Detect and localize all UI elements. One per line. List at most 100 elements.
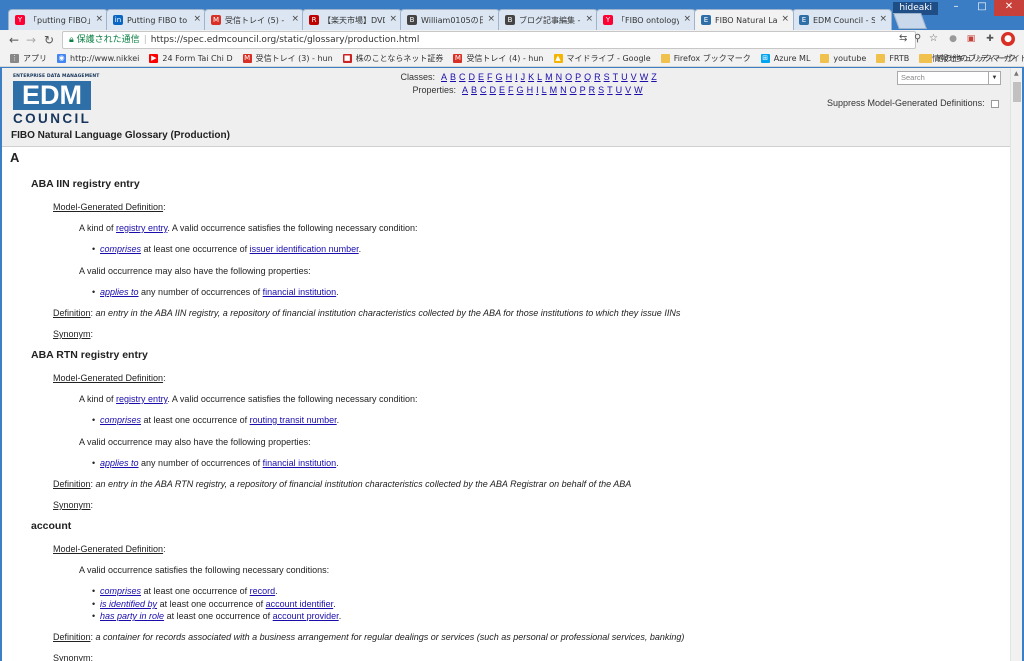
class-link[interactable]: routing transit number [250, 415, 337, 425]
class-link[interactable]: registry entry [116, 394, 167, 404]
browser-tab[interactable]: B ブログ記事編集 - はて × [498, 9, 598, 30]
browser-tab[interactable]: M 受信トレイ (5) - hun × [204, 9, 304, 30]
property-link[interactable]: comprises [100, 586, 141, 596]
property-letter-link[interactable]: D [490, 85, 497, 95]
bookmark-item[interactable]: M 受信トレイ (4) - hun [453, 53, 544, 64]
back-icon[interactable]: ← [6, 32, 22, 48]
close-window-icon[interactable]: ✕ [994, 0, 1024, 16]
property-letter-link[interactable]: E [499, 85, 505, 95]
class-letter-link[interactable]: T [613, 72, 619, 82]
property-letter-link[interactable]: I [536, 85, 539, 95]
scroll-thumb[interactable] [1013, 82, 1021, 102]
pocket-icon[interactable]: ▣ [964, 32, 978, 46]
class-letter-link[interactable]: B [450, 72, 456, 82]
property-letter-link[interactable]: W [634, 85, 643, 95]
bookmark-item[interactable]: ⋮ アプリ [10, 53, 47, 64]
class-letter-link[interactable]: N [556, 72, 563, 82]
zoom-icon[interactable]: ⚲ [914, 33, 921, 44]
class-link[interactable]: registry entry [116, 223, 167, 233]
class-letter-link[interactable]: A [441, 72, 447, 82]
bookmark-item[interactable]: ⊞ Azure ML [760, 53, 810, 63]
browser-tab[interactable]: E FIBO Natural Lang × [694, 9, 794, 30]
browser-tab[interactable]: R 【楽天市場】DVD-R × [302, 9, 402, 30]
tab-close-icon[interactable]: × [291, 14, 299, 24]
class-link[interactable]: financial institution [263, 458, 337, 468]
property-link[interactable]: applies to [100, 287, 139, 297]
tab-close-icon[interactable]: × [781, 14, 789, 24]
property-letter-link[interactable]: S [598, 85, 604, 95]
class-letter-link[interactable]: E [478, 72, 484, 82]
bookmark-item[interactable]: youtube [820, 53, 866, 63]
browser-tab[interactable]: B William0105の日記 × [400, 9, 500, 30]
class-letter-link[interactable]: W [640, 72, 649, 82]
property-letter-link[interactable]: H [527, 85, 534, 95]
class-letter-link[interactable]: S [604, 72, 610, 82]
property-link[interactable]: is identified by [100, 599, 157, 609]
extension-puzzle-icon[interactable]: ✚ [983, 32, 997, 46]
class-link[interactable]: account provider [273, 611, 339, 621]
property-link[interactable]: has party in role [100, 611, 164, 621]
bookmark-item[interactable]: ▲ マイドライブ - Google [553, 53, 651, 64]
tab-close-icon[interactable]: × [95, 14, 103, 24]
class-letter-link[interactable]: I [515, 72, 518, 82]
class-letter-link[interactable]: G [496, 72, 503, 82]
property-letter-link[interactable]: O [570, 85, 577, 95]
class-letter-link[interactable]: P [575, 72, 581, 82]
translate-icon[interactable]: ⇆ [899, 33, 907, 44]
page-scrollbar[interactable]: ▲ [1010, 68, 1022, 661]
browser-tab[interactable]: in Putting FIBO to use × [106, 9, 206, 30]
suppress-checkbox[interactable] [990, 99, 999, 108]
tab-close-icon[interactable]: × [193, 14, 201, 24]
tab-close-icon[interactable]: × [879, 14, 887, 24]
extension-badge-icon[interactable]: ● [1001, 32, 1015, 46]
property-link[interactable]: applies to [100, 458, 139, 468]
edm-council-logo[interactable]: ENTERPRISE DATA MANAGEMENT EDM COUNCIL [13, 74, 99, 130]
other-bookmarks[interactable]: その他のブックマーク [923, 53, 1016, 64]
property-link[interactable]: comprises [100, 244, 141, 254]
scroll-up-icon[interactable]: ▲ [1014, 70, 1019, 77]
address-bar[interactable]: 🔒︎ 保護された通信 | https://spec.edmcouncil.org/s… [62, 31, 916, 49]
chevron-down-icon[interactable]: ▼ [988, 72, 1000, 84]
class-link[interactable]: record [250, 586, 276, 596]
class-letter-link[interactable]: R [594, 72, 601, 82]
star-icon[interactable]: ☆ [929, 33, 938, 44]
reload-icon[interactable]: ↻ [41, 32, 57, 48]
property-letter-link[interactable]: A [462, 85, 468, 95]
class-letter-link[interactable]: L [537, 72, 542, 82]
property-letter-link[interactable]: N [560, 85, 567, 95]
browser-tab[interactable]: Y 「FIBO ontology」の × [596, 9, 696, 30]
class-letter-link[interactable]: D [469, 72, 476, 82]
tab-close-icon[interactable]: × [585, 14, 593, 24]
class-letter-link[interactable]: O [565, 72, 572, 82]
bookmark-item[interactable]: Firefox ブックマーク [660, 53, 751, 64]
new-tab-button[interactable] [893, 13, 927, 29]
extension-icon[interactable]: ● [946, 32, 960, 46]
property-letter-link[interactable]: R [589, 85, 596, 95]
bookmark-item[interactable]: M 受信トレイ (3) - hun [242, 53, 333, 64]
bookmark-item[interactable]: ■ 株のことならネット証券 [342, 53, 443, 64]
property-letter-link[interactable]: G [517, 85, 524, 95]
class-letter-link[interactable]: U [621, 72, 628, 82]
bookmark-item[interactable]: ◉ http://www.nikkei [57, 53, 139, 63]
bookmark-item[interactable]: ▶ 24 Form Tai Chi D [149, 53, 233, 63]
class-letter-link[interactable]: Z [651, 72, 657, 82]
class-letter-link[interactable]: F [487, 72, 493, 82]
property-letter-link[interactable]: F [508, 85, 514, 95]
forward-icon[interactable]: → [23, 32, 39, 48]
class-link[interactable]: account identifier [266, 599, 334, 609]
class-letter-link[interactable]: C [459, 72, 466, 82]
maximize-icon[interactable]: □ [970, 0, 994, 16]
property-letter-link[interactable]: U [616, 85, 623, 95]
class-letter-link[interactable]: H [506, 72, 513, 82]
property-letter-link[interactable]: M [550, 85, 558, 95]
class-link[interactable]: financial institution [263, 287, 337, 297]
property-letter-link[interactable]: C [480, 85, 487, 95]
tab-close-icon[interactable]: × [683, 14, 691, 24]
property-letter-link[interactable]: P [580, 85, 586, 95]
property-link[interactable]: comprises [100, 415, 141, 425]
browser-tab[interactable]: Y 「putting FIBO」の検 × [8, 9, 108, 30]
minimize-icon[interactable]: – [944, 0, 968, 16]
class-link[interactable]: issuer identification number [250, 244, 359, 254]
tab-close-icon[interactable]: × [389, 14, 397, 24]
property-letter-link[interactable]: L [542, 85, 547, 95]
